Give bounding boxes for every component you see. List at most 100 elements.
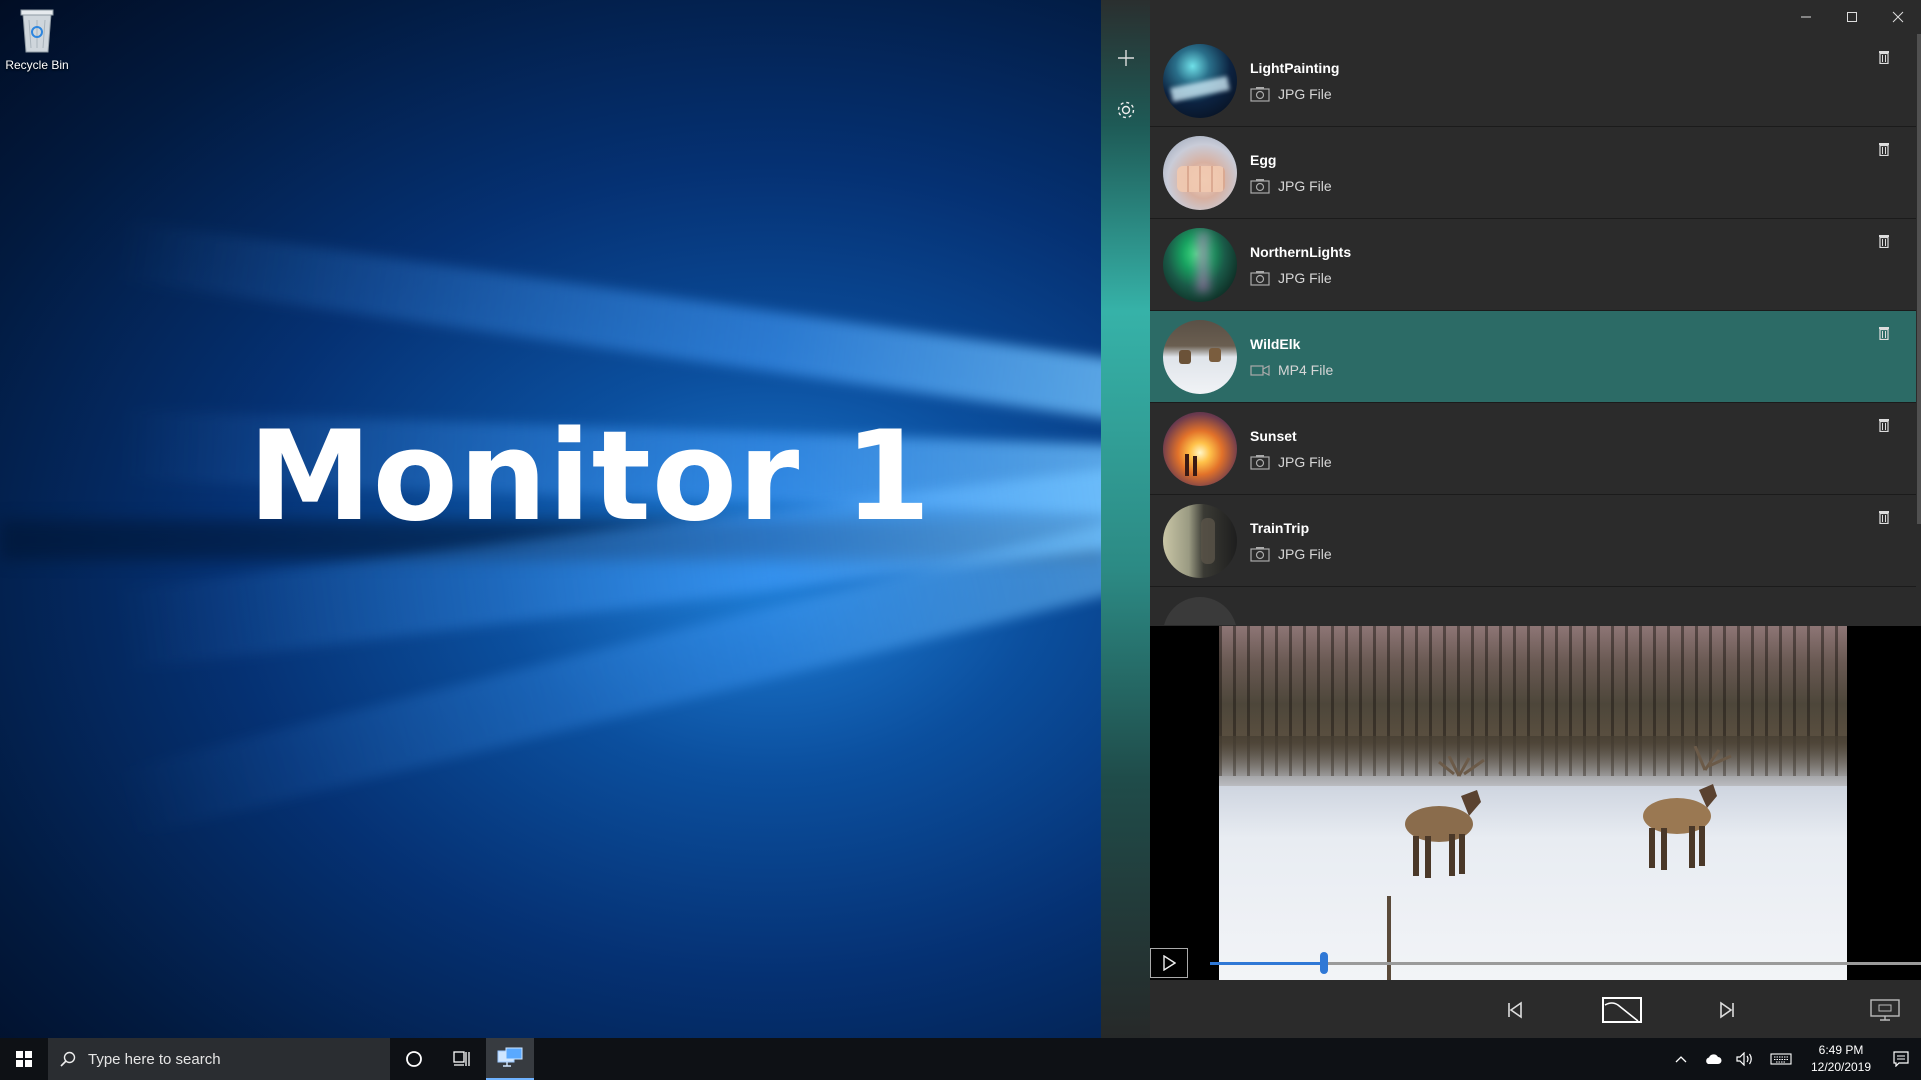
monitor-fit-icon	[1870, 999, 1900, 1021]
delete-button[interactable]	[1872, 505, 1896, 529]
media-list-item[interactable]: TrainTrip JPG File	[1150, 495, 1916, 587]
action-center-button[interactable]	[1881, 1038, 1921, 1080]
item-type: JPG File	[1278, 85, 1332, 102]
clock-time: 6:49 PM	[1818, 1043, 1864, 1057]
show-hidden-icons-button[interactable]	[1665, 1038, 1697, 1080]
window-controls	[1783, 0, 1921, 34]
item-type: JPG File	[1278, 453, 1332, 470]
maximize-button[interactable]	[1829, 0, 1875, 34]
trash-icon	[1879, 51, 1889, 64]
media-app-window: LightPainting JPG File Egg JPG File Nort…	[1101, 0, 1921, 1038]
media-list-item[interactable]: Egg JPG File	[1150, 127, 1916, 219]
touch-keyboard-button[interactable]	[1761, 1038, 1801, 1080]
item-name: Egg	[1250, 151, 1277, 168]
item-name: TrainTrip	[1250, 519, 1310, 536]
search-input[interactable]	[88, 1050, 348, 1068]
item-name: Sunset	[1250, 427, 1297, 444]
delete-button[interactable]	[1872, 321, 1896, 345]
trash-icon	[1879, 143, 1889, 156]
media-list-item[interactable]: Sunset JPG File	[1150, 403, 1916, 495]
plus-icon	[1118, 50, 1134, 66]
taskbar-clock[interactable]: 6:49 PM 12/20/2019	[1801, 1042, 1881, 1076]
volume-button[interactable]	[1729, 1038, 1761, 1080]
minimize-icon	[1801, 16, 1811, 18]
trash-icon	[1879, 419, 1889, 432]
gear-icon	[1117, 101, 1135, 119]
trash-icon	[1879, 235, 1889, 248]
delete-button[interactable]	[1872, 229, 1896, 253]
task-view-icon	[453, 1051, 470, 1066]
cast-screen-icon	[1602, 997, 1642, 1023]
media-list-item-selected[interactable]: WildElk MP4 File	[1150, 311, 1916, 403]
playback-controls	[1150, 980, 1921, 1038]
add-button[interactable]	[1110, 42, 1142, 74]
recycle-bin-label: Recycle Bin	[5, 58, 69, 72]
speaker-icon	[1736, 1052, 1752, 1066]
taskbar-app-media-cast[interactable]	[486, 1038, 534, 1080]
thumbnail-egg	[1163, 135, 1237, 210]
camera-icon	[1250, 178, 1270, 194]
chevron-up-icon	[1675, 1056, 1687, 1063]
camera-icon	[1250, 270, 1270, 286]
video-frame-wildelk	[1219, 626, 1847, 980]
camera-icon	[1250, 546, 1270, 562]
close-icon	[1892, 11, 1904, 23]
cortana-circle-icon	[406, 1051, 422, 1067]
thumbnail-lightpainting	[1163, 43, 1237, 118]
taskbar-search-box[interactable]	[48, 1038, 390, 1080]
task-view-button[interactable]	[438, 1038, 486, 1080]
desktop-wallpaper: Monitor 1	[0, 0, 1101, 1038]
elk-figure	[1643, 746, 1732, 870]
media-list-item[interactable]: NorthernLights JPG File	[1150, 219, 1916, 311]
clock-date: 12/20/2019	[1810, 1060, 1872, 1074]
elk-figure	[1405, 756, 1485, 878]
previous-button[interactable]	[1495, 990, 1535, 1030]
camera-icon	[1250, 86, 1270, 102]
cast-button[interactable]	[1598, 990, 1646, 1030]
windows-logo-icon	[16, 1051, 32, 1067]
side-rail	[1101, 0, 1150, 1038]
recycle-bin-desktop-icon[interactable]: Recycle Bin	[4, 6, 70, 72]
app-monitors-icon	[497, 1047, 523, 1067]
media-list-item-partial	[1150, 587, 1916, 625]
list-scrollbar[interactable]	[1917, 34, 1921, 524]
item-name: NorthernLights	[1250, 243, 1352, 260]
media-list: LightPainting JPG File Egg JPG File Nort…	[1150, 35, 1916, 625]
camera-icon	[1250, 454, 1270, 470]
item-type: JPG File	[1278, 177, 1332, 194]
delete-button[interactable]	[1872, 413, 1896, 437]
delete-button[interactable]	[1872, 137, 1896, 161]
media-list-item[interactable]: LightPainting JPG File	[1150, 35, 1916, 127]
item-name: WildElk	[1250, 335, 1301, 352]
seek-slider[interactable]	[1210, 952, 1921, 974]
thumbnail-partial	[1163, 597, 1237, 625]
seek-thumb[interactable]	[1319, 952, 1328, 974]
taskbar: 6:49 PM 12/20/2019	[0, 1038, 1921, 1080]
thumbnail-traintrip	[1163, 503, 1237, 578]
notification-icon	[1893, 1051, 1909, 1067]
trash-icon	[1879, 327, 1889, 340]
display-mode-button[interactable]	[1865, 990, 1905, 1030]
item-type: JPG File	[1278, 545, 1332, 562]
item-type: JPG File	[1278, 269, 1332, 286]
minimize-button[interactable]	[1783, 0, 1829, 34]
trash-icon	[1879, 511, 1889, 524]
thumbnail-northernlights	[1163, 227, 1237, 302]
thumbnail-wildelk	[1163, 319, 1237, 394]
seek-progress	[1210, 962, 1324, 965]
monitor-label: Monitor 1	[248, 405, 932, 549]
settings-button[interactable]	[1110, 94, 1142, 126]
wallpaper-light-beam	[115, 220, 1101, 433]
thumbnail-sunset	[1163, 411, 1237, 486]
media-preview	[1150, 626, 1921, 980]
close-button[interactable]	[1875, 0, 1921, 34]
play-button[interactable]	[1150, 948, 1188, 978]
system-tray: 6:49 PM 12/20/2019	[1665, 1038, 1921, 1080]
next-button[interactable]	[1707, 990, 1747, 1030]
start-button[interactable]	[0, 1038, 48, 1080]
onedrive-button[interactable]	[1697, 1038, 1729, 1080]
search-icon	[60, 1051, 76, 1067]
delete-button[interactable]	[1872, 45, 1896, 69]
maximize-icon	[1847, 12, 1857, 22]
cortana-button[interactable]	[390, 1038, 438, 1080]
